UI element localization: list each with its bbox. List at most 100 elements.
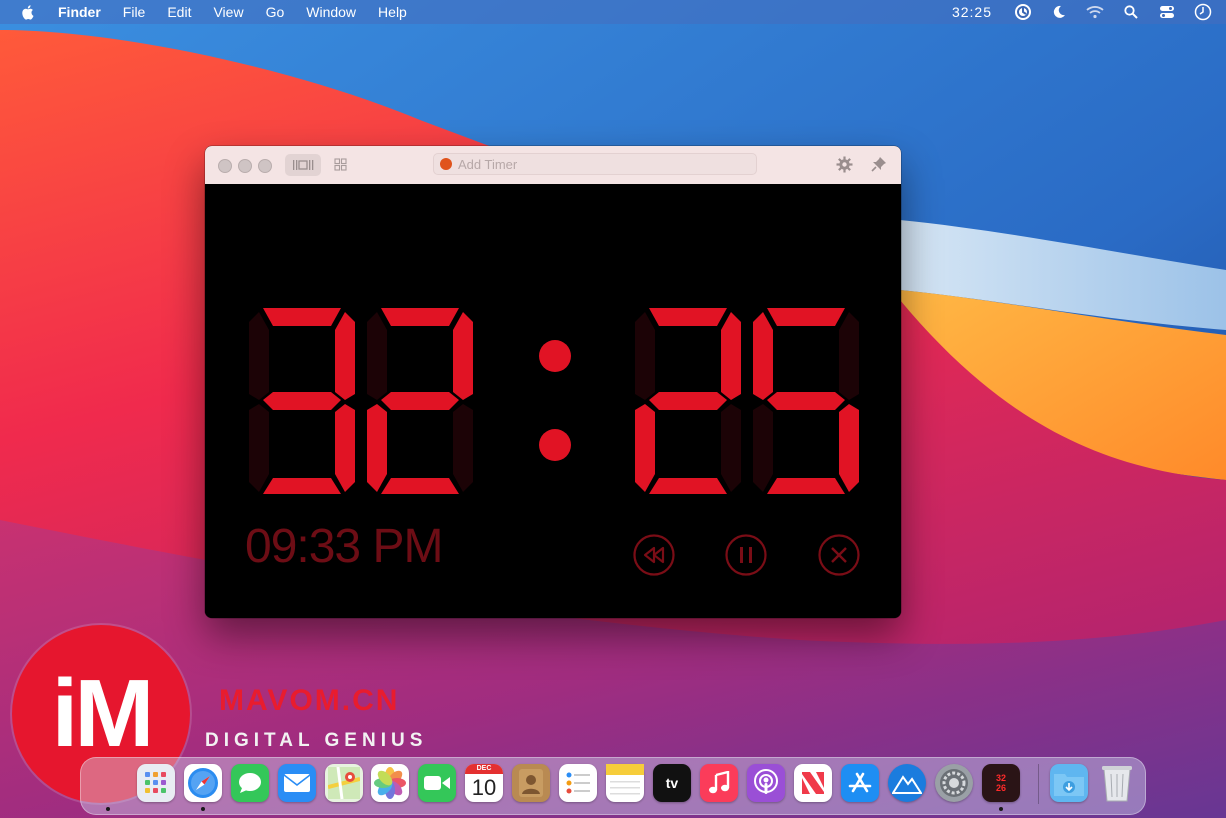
segment-f-lit <box>753 312 773 400</box>
downloads-folder-icon <box>1054 774 1084 796</box>
segment-g-lit <box>381 392 459 410</box>
segment-e-lit <box>367 404 387 492</box>
dock-music[interactable] <box>700 764 738 802</box>
grid-view-button[interactable] <box>333 157 347 171</box>
apple-menu-icon[interactable] <box>20 4 36 20</box>
segment-a-lit <box>381 308 459 326</box>
compass-icon <box>188 768 218 798</box>
colon-dot-top <box>539 340 571 372</box>
dock-messages[interactable] <box>231 764 269 802</box>
pause-button[interactable] <box>725 534 767 576</box>
segment-c-lit <box>335 404 355 492</box>
dock-launchpad[interactable] <box>137 764 175 802</box>
control-center-icon[interactable] <box>1158 3 1176 21</box>
segment-a-lit <box>263 308 341 326</box>
segment-b-lit <box>721 312 741 400</box>
countdown-digit <box>365 304 475 496</box>
segment-b-unlit <box>839 312 859 400</box>
calendar-day: 10 <box>471 775 497 800</box>
dock-maps[interactable] <box>325 764 363 802</box>
rewind-icon <box>633 534 675 576</box>
segment-c-unlit <box>453 404 473 492</box>
segment-c-lit <box>839 404 859 492</box>
segment-g-lit <box>263 392 341 410</box>
segment-g-lit <box>649 392 727 410</box>
dock-reminders[interactable] <box>559 764 597 802</box>
dock-news[interactable] <box>794 764 832 802</box>
segment-g-lit <box>767 392 845 410</box>
dock-trash[interactable] <box>1098 764 1136 802</box>
segment-e-lit <box>635 404 655 492</box>
dock-system-preferences[interactable] <box>935 764 973 802</box>
envelope-icon <box>283 774 311 792</box>
clock-icon[interactable] <box>1194 3 1212 21</box>
dock-calendar[interactable]: DEC 10 <box>465 764 503 802</box>
seven-segment-display <box>635 308 741 494</box>
add-timer-field[interactable]: Add Timer <box>433 153 757 175</box>
dock-timer-top: 32 <box>995 773 1006 783</box>
photos-flower-icon <box>374 767 406 799</box>
segment-f-unlit <box>635 312 655 400</box>
dock-podcasts[interactable] <box>747 764 785 802</box>
notes-icon <box>606 764 644 795</box>
menu-view[interactable]: View <box>213 0 243 24</box>
dock-photos[interactable] <box>371 764 409 802</box>
grid-view-icon <box>333 157 347 171</box>
menu-bar: Finder File Edit View Go Window Help 32:… <box>0 0 1226 24</box>
dock-mail[interactable] <box>278 764 316 802</box>
stop-timer-button[interactable] <box>818 534 860 576</box>
add-timer-placeholder: Add Timer <box>458 156 518 172</box>
wifi-icon[interactable] <box>1086 3 1104 21</box>
timer-status-icon[interactable] <box>1014 3 1032 21</box>
calendar-month: DEC <box>465 764 503 774</box>
dock-separator <box>1038 764 1039 804</box>
dock-apple-tv[interactable]: tv <box>653 764 691 802</box>
menu-edit[interactable]: Edit <box>167 0 191 24</box>
dock-timer-bottom: 26 <box>995 783 1006 793</box>
segment-d-lit <box>381 478 459 494</box>
dock-monterey-installer[interactable] <box>888 764 926 802</box>
menu-finder[interactable]: Finder <box>58 0 101 24</box>
running-indicator <box>999 807 1003 811</box>
segment-a-lit <box>767 308 845 326</box>
moon-icon[interactable] <box>1050 3 1068 21</box>
dock-timer-app[interactable]: 32 26 <box>982 764 1020 802</box>
dock-downloads-folder[interactable] <box>1050 764 1088 802</box>
menu-window[interactable]: Window <box>306 0 356 24</box>
gear-icon[interactable] <box>836 156 853 173</box>
window-close-button[interactable] <box>218 159 232 173</box>
brand-tagline: DIGITAL GENIUS <box>205 730 428 751</box>
timer-color-dot[interactable] <box>440 158 452 170</box>
colon-dot-bottom <box>539 429 571 461</box>
segment-b-lit <box>453 312 473 400</box>
menu-help[interactable]: Help <box>378 0 407 24</box>
launchpad-icon <box>145 772 166 793</box>
dock-notes[interactable] <box>606 764 644 802</box>
search-icon[interactable] <box>1122 3 1140 21</box>
video-camera-icon <box>424 776 450 790</box>
single-view-button[interactable] <box>285 154 321 176</box>
dock-app-store[interactable] <box>841 764 879 802</box>
seven-segment-display <box>249 308 355 494</box>
window-minimize-button[interactable] <box>238 159 252 173</box>
dock-contacts[interactable] <box>512 764 550 802</box>
reminders-list-icon <box>566 772 590 794</box>
window-titlebar: Add Timer <box>205 146 901 185</box>
brand-name: MAVOM.CN <box>219 684 400 717</box>
window-zoom-button[interactable] <box>258 159 272 173</box>
menu-go[interactable]: Go <box>266 0 285 24</box>
running-indicator <box>106 807 110 811</box>
music-note-icon <box>709 771 730 794</box>
timer-window: Add Timer 09:33 PM <box>205 146 901 618</box>
menu-file[interactable]: File <box>123 0 146 24</box>
restart-button[interactable] <box>633 534 675 576</box>
seven-segment-display <box>367 308 473 494</box>
trash-icon <box>1102 766 1132 802</box>
dock-facetime[interactable] <box>418 764 456 802</box>
countdown-digit <box>751 304 861 496</box>
dock-safari[interactable] <box>184 764 222 802</box>
menubar-timer-readout[interactable]: 32:25 <box>952 4 992 20</box>
pin-icon[interactable] <box>871 156 887 172</box>
end-time-label: 09:33 PM <box>245 520 443 573</box>
running-indicator <box>201 807 205 811</box>
